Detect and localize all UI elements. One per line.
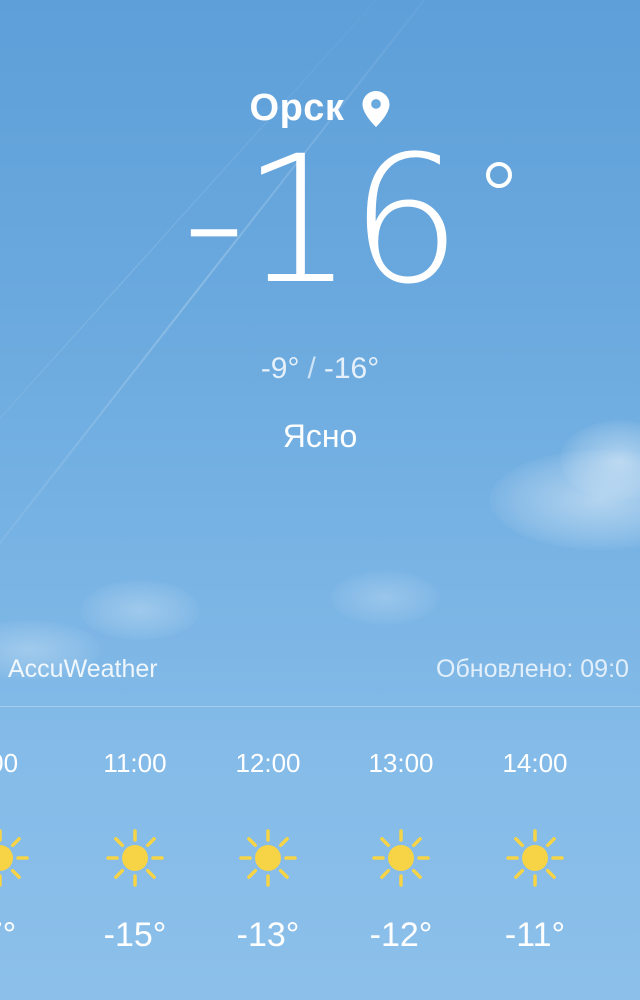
sun-icon: [105, 828, 165, 888]
hourly-item: 12:00 -13°: [201, 706, 335, 1000]
hour-time: 12:00: [235, 748, 301, 778]
hour-temperature: -15°: [103, 916, 167, 954]
hourly-item: :00 7°: [0, 706, 67, 1000]
provider-link[interactable]: AccuWeather: [8, 655, 158, 684]
current-temperature-block: -16: [0, 126, 640, 320]
updated-time: Обновлено: 09:0: [436, 655, 629, 683]
high-low-separator: /: [307, 352, 316, 385]
sun-icon: [371, 828, 431, 888]
degree-symbol: [486, 162, 512, 188]
hour-time: :00: [0, 748, 19, 778]
hourly-item: 14:00 -11°: [468, 706, 602, 1000]
hour-temperature: -: [602, 916, 640, 955]
hourly-item: 13:00 -12°: [334, 706, 468, 1000]
current-temperature: -16: [182, 118, 461, 323]
hourly-item: 11:00 -15°: [68, 706, 202, 1000]
hour-temperature: 7°: [0, 916, 17, 954]
cloud-decoration: [80, 580, 200, 640]
sun-icon: [505, 828, 565, 888]
source-row: AccuWeather Обновлено: 09:0: [0, 655, 640, 689]
weather-screen: Орск -16 -9° / -16° Ясно AccuWeather Обнов…: [0, 0, 640, 1000]
hour-temperature: -11°: [504, 916, 566, 954]
sun-icon: [238, 828, 298, 888]
hour-time: 13:00: [368, 748, 434, 778]
low-temperature: -16°: [323, 352, 380, 385]
hour-temperature: -13°: [236, 916, 300, 954]
hour-time: 11:00: [103, 748, 167, 778]
hour-time: 14:00: [502, 748, 568, 778]
sun-icon: [0, 828, 30, 888]
hourly-forecast[interactable]: :00 7° 11:00 -15° 12:00 -13° 13:00 -12° …: [0, 706, 640, 1000]
cloud-decoration: [330, 570, 440, 625]
hourly-item: 1 -: [602, 706, 640, 1000]
high-temperature: -9°: [260, 352, 300, 385]
hour-temperature: -12°: [369, 916, 433, 954]
hour-time: 1: [602, 748, 640, 779]
high-low-temperature: -9° / -16°: [0, 352, 640, 386]
weather-condition: Ясно: [282, 418, 358, 454]
